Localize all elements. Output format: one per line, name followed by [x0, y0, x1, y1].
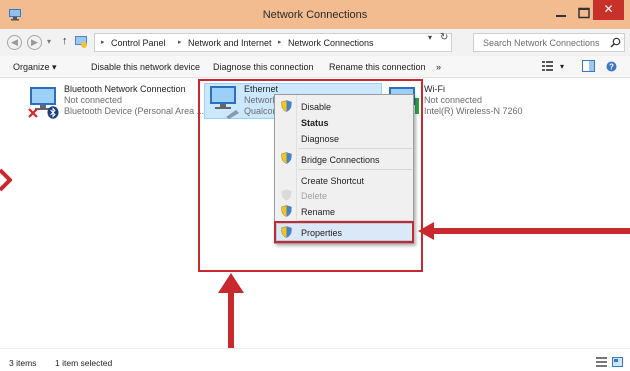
address-bar-row: ◀ ▶ ▾ ↑ ▸ Control Panel ▸ Network and In…	[0, 29, 630, 56]
view-tiles-icon[interactable]	[612, 357, 623, 367]
search-input[interactable]: Search Network Connections	[473, 33, 625, 52]
item-name: Wi-Fi	[424, 84, 445, 94]
address-box[interactable]: ▸ Control Panel ▸ Network and Internet ▸…	[94, 33, 452, 52]
annotation-arrow-partial	[0, 168, 12, 192]
annotation-properties-box	[274, 221, 414, 243]
more-commands-button[interactable]: »	[436, 62, 441, 72]
rename-button[interactable]: Rename this connection	[329, 62, 426, 72]
item-device: Bluetooth Device (Personal Area ...	[64, 106, 205, 116]
command-bar: Organize ▾ Disable this network device D…	[0, 56, 630, 78]
preview-pane-icon[interactable]	[582, 60, 595, 72]
minimize-icon[interactable]	[554, 8, 568, 20]
bluetooth-icon	[47, 106, 59, 119]
breadcrumb-network-connections[interactable]: Network Connections	[288, 38, 374, 48]
up-icon[interactable]: ↑	[62, 35, 68, 47]
item-count: 3 items	[9, 358, 37, 368]
control-panel-icon	[75, 36, 87, 48]
search-placeholder: Search Network Connections	[483, 38, 600, 48]
address-dropdown-icon[interactable]: ▾	[428, 33, 432, 42]
close-button[interactable]: ✕	[593, 0, 624, 20]
item-status: Not connected	[424, 95, 483, 105]
annotation-highlight-box	[198, 79, 423, 272]
list-item-wifi[interactable]: Wi-Fi Not connected Intel(R) Wireless-N …	[424, 84, 523, 117]
refresh-icon[interactable]: ↻	[440, 32, 448, 43]
forward-icon[interactable]: ▶	[27, 35, 42, 50]
view-options-icon[interactable]	[542, 61, 554, 72]
help-icon[interactable]: ?	[606, 61, 617, 72]
recent-locations-icon[interactable]: ▾	[47, 37, 51, 46]
window-title: Network Connections	[262, 9, 368, 21]
back-icon[interactable]: ◀	[7, 35, 22, 50]
maximize-icon[interactable]	[577, 6, 591, 20]
close-icon: ✕	[603, 2, 614, 16]
breadcrumb-network-internet[interactable]: Network and Internet	[188, 38, 272, 48]
item-status: Not connected	[64, 95, 123, 105]
title-bar: Network Connections ✕	[0, 0, 630, 29]
status-bar: 3 items 1 item selected	[0, 348, 630, 371]
disconnected-x-icon	[28, 108, 38, 118]
diagnose-button[interactable]: Diagnose this connection	[213, 62, 314, 72]
annotation-arrow-left	[418, 222, 630, 240]
view-details-icon[interactable]	[596, 357, 607, 367]
disable-device-button[interactable]: Disable this network device	[91, 62, 200, 72]
breadcrumb-control-panel[interactable]: Control Panel	[111, 38, 166, 48]
item-name: Bluetooth Network Connection	[64, 84, 186, 94]
organize-button[interactable]: Organize ▾	[13, 62, 57, 73]
list-item-bluetooth[interactable]: Bluetooth Network Connection Not connect…	[64, 84, 204, 117]
search-icon[interactable]	[610, 37, 621, 48]
view-dropdown-icon[interactable]: ▾	[560, 62, 564, 71]
item-device: Intel(R) Wireless-N 7260	[424, 106, 523, 116]
selected-count: 1 item selected	[55, 358, 113, 368]
svg-text:?: ?	[609, 63, 614, 72]
